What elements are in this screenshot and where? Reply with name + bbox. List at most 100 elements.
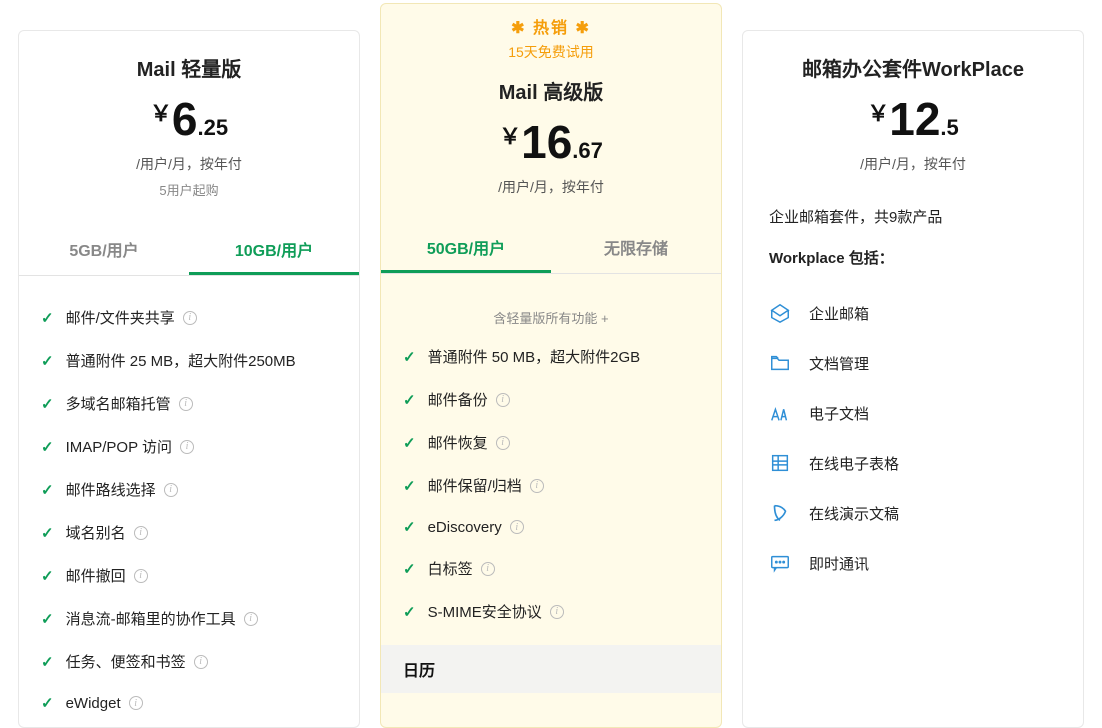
suite-includes: Workplace 包括： [769,247,1057,268]
feature-list: ✓普通附件 50 MB，超大附件2GB✓邮件备份i✓邮件恢复i✓邮件保留/归档i… [403,335,699,633]
check-icon: ✓ [41,481,54,499]
price-sub2: 5用户起购 [29,180,349,199]
feature-item: ✓白标签i [403,547,699,590]
tab-50gb[interactable]: 50GB/用户 [381,221,551,273]
features-note: 含轻量版所有功能 + [403,294,699,335]
feature-item: ✓ 邮件撤回 i [41,554,337,597]
check-icon: ✓ [41,610,54,628]
check-icon: ✓ [403,603,416,621]
feature-label: 邮件/文件夹共享 [66,307,175,328]
product-item: 电子文档 [769,388,1057,438]
check-icon: ✓ [41,309,54,327]
plan-pro: ✱ 热销 ✱ 15天免费试用 Mail 高级版 ￥16.67 /用户/月，按年付… [380,3,722,728]
check-icon: ✓ [41,653,54,671]
check-icon: ✓ [403,391,416,409]
suite-desc: 企业邮箱套件，共9款产品 [769,206,1057,227]
check-icon: ✓ [41,352,54,370]
plan-lite: Mail 轻量版 ￥6.25 /用户/月，按年付 5用户起购 5GB/用户 10… [18,30,360,728]
hot-badge: ✱ 热销 ✱ [381,14,721,38]
plan-title: Mail 轻量版 [29,53,349,82]
tab-unlimited[interactable]: 无限存储 [551,221,721,273]
plan-title: Mail 高级版 [391,76,711,105]
feature-label: 任务、便签和书签 [66,651,186,672]
price-sub: /用户/月，按年付 [391,177,711,197]
feature-label: 消息流-邮箱里的协作工具 [66,608,236,629]
product-item: 即时通讯 [769,538,1057,588]
info-icon[interactable]: i [550,605,564,619]
tab-10gb[interactable]: 10GB/用户 [189,223,359,275]
info-icon[interactable]: i [496,436,510,450]
feature-label: 多域名邮箱托管 [66,393,171,414]
plan-workplace: 邮箱办公套件WorkPlace ￥12.5 /用户/月，按年付 企业邮箱套件，共… [742,30,1084,728]
product-label: 企业邮箱 [809,303,869,324]
info-icon[interactable]: i [244,612,258,626]
info-icon[interactable]: i [129,696,143,710]
feature-label: eDiscovery [428,519,502,536]
feature-label: 邮件恢复 [428,432,488,453]
feature-item: ✓ 消息流-邮箱里的协作工具 i [41,597,337,640]
mail-icon [769,302,791,324]
feature-label: 邮件撤回 [66,565,126,586]
product-label: 电子文档 [809,403,869,424]
check-icon: ✓ [41,567,54,585]
product-label: 在线演示文稿 [809,503,899,524]
folder-icon [769,352,791,374]
product-label: 在线电子表格 [809,453,899,474]
feature-item: ✓ 邮件/文件夹共享 i [41,296,337,339]
feature-item: ✓ 邮件保留/归档 i [403,464,699,507]
product-list: 企业邮箱文档管理电子文档在线电子表格在线演示文稿即时通讯 [769,288,1057,588]
feature-item: ✓ 任务、便签和书签 i [41,640,337,683]
feature-item: ✓邮件路线选择i [41,468,337,511]
product-item: 在线演示文稿 [769,488,1057,538]
feature-label: 邮件保留/归档 [428,475,522,496]
info-icon[interactable]: i [496,393,510,407]
show-icon [769,502,791,524]
check-icon: ✓ [403,348,416,366]
check-icon: ✓ [41,395,54,413]
info-icon[interactable]: i [183,311,197,325]
feature-item: ✓ 多域名邮箱托管 i [41,382,337,425]
product-label: 即时通讯 [809,553,869,574]
check-icon: ✓ [403,477,416,495]
feature-item: ✓ IMAP/POP 访问 i [41,425,337,468]
info-icon[interactable]: i [134,526,148,540]
check-icon: ✓ [41,438,54,456]
feature-label: 普通附件 50 MB，超大附件2GB [428,346,641,367]
check-icon: ✓ [403,434,416,452]
product-item: 在线电子表格 [769,438,1057,488]
info-icon[interactable]: i [164,483,178,497]
feature-list: ✓邮件/文件夹共享i✓普通附件 25 MB，超大附件250MB✓多域名邮箱托管i… [41,296,337,723]
feature-item: ✓邮件备份i [403,378,699,421]
info-icon[interactable]: i [180,440,194,454]
feature-item: ✓S-MIME安全协议i [403,590,699,633]
info-icon[interactable]: i [510,520,524,534]
feature-item: ✓ 邮件恢复 i [403,421,699,464]
writer-icon [769,402,791,424]
price: ￥12.5 [753,96,1073,142]
sheet-icon [769,452,791,474]
info-icon[interactable]: i [134,569,148,583]
info-icon[interactable]: i [194,655,208,669]
trial-text: 15天免费试用 [381,42,721,62]
check-icon: ✓ [403,518,416,536]
storage-tabs: 5GB/用户 10GB/用户 [19,223,359,276]
check-icon: ✓ [41,694,54,712]
price: ￥6.25 [29,96,349,142]
feature-item: ✓普通附件 25 MB，超大附件250MB [41,339,337,382]
check-icon: ✓ [403,560,416,578]
info-icon[interactable]: i [530,479,544,493]
price-sub: /用户/月，按年付 [753,154,1073,174]
product-item: 企业邮箱 [769,288,1057,338]
price-sub: /用户/月，按年付 [29,154,349,174]
product-label: 文档管理 [809,353,869,374]
feature-item: ✓域名别名i [41,511,337,554]
feature-label: 域名别名 [66,522,126,543]
plan-title: 邮箱办公套件WorkPlace [753,53,1073,82]
feature-label: IMAP/POP 访问 [66,436,172,457]
info-icon[interactable]: i [481,562,495,576]
tab-5gb[interactable]: 5GB/用户 [19,223,189,275]
info-icon[interactable]: i [179,397,193,411]
section-calendar: 日历 [381,645,721,693]
feature-item: ✓ eDiscovery i [403,507,699,547]
feature-label: eWidget [66,695,121,712]
